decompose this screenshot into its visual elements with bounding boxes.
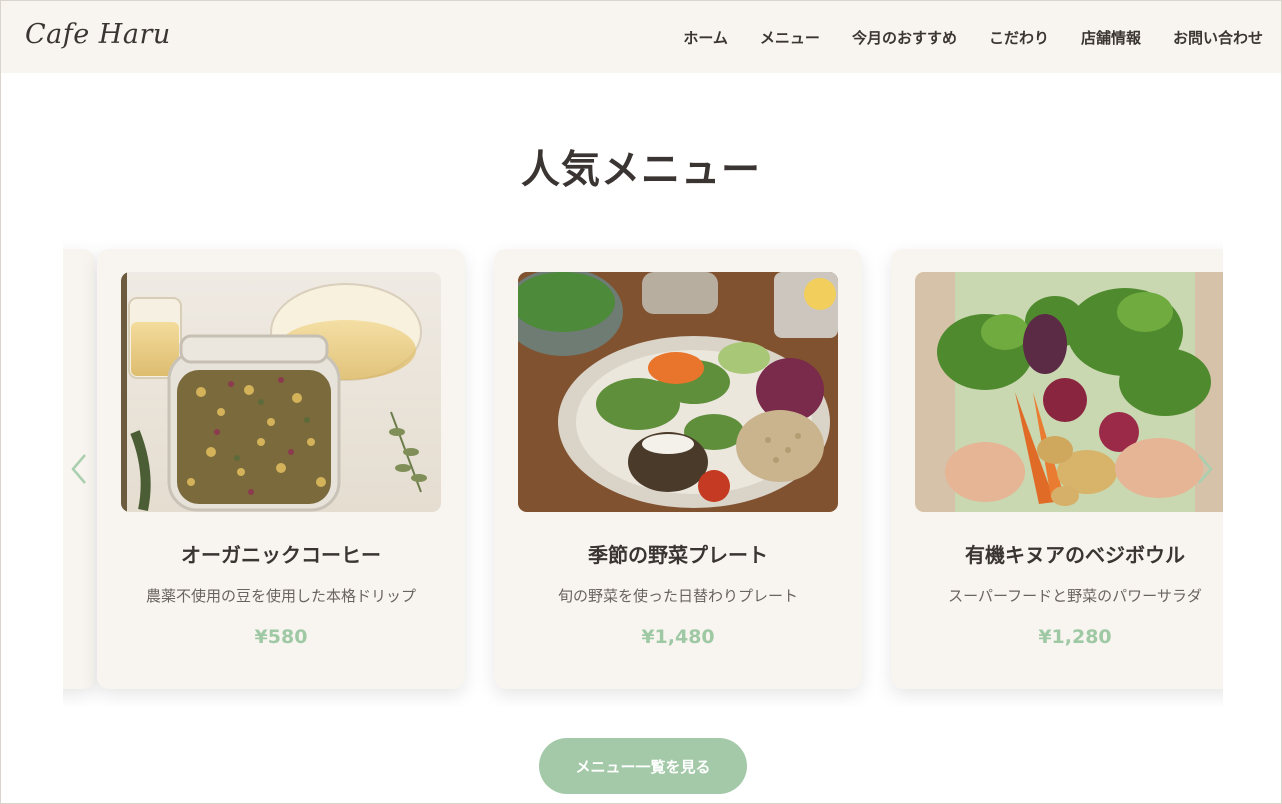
nav-store-info[interactable]: 店舗情報 — [1081, 27, 1141, 48]
nav-home[interactable]: ホーム — [683, 27, 728, 48]
main-nav: ホーム メニュー 今月のおすすめ こだわり 店舗情報 お問い合わせ — [683, 1, 1263, 73]
menu-card-price: ¥1,280 — [1038, 626, 1112, 648]
menu-card[interactable]: 有機キヌアのベジボウル スーパーフードと野菜のパワーサラダ ¥1,280 — [891, 249, 1223, 689]
menu-card-name: 季節の野菜プレート — [588, 543, 768, 567]
menu-card-description: スーパーフードと野菜のパワーサラダ — [948, 587, 1202, 605]
menu-card-image-vegetable-plate — [518, 272, 838, 512]
menu-card-description: 旬の野菜を使った日替わりプレート — [557, 587, 798, 605]
menu-card-name: オーガニックコーヒー — [181, 543, 381, 567]
menu-card-price: ¥580 — [254, 626, 308, 648]
menu-card-image-tea-jar — [121, 272, 441, 512]
menu-card-image-vegetable-bundle — [915, 272, 1223, 512]
chevron-right-icon[interactable] — [1193, 451, 1217, 487]
chevron-left-icon[interactable] — [67, 451, 91, 487]
nav-menu[interactable]: メニュー — [760, 27, 820, 48]
site-header: Cafe Haru ホーム メニュー 今月のおすすめ こだわり 店舗情報 お問い… — [1, 1, 1281, 73]
menu-card-description: 農薬不使用の豆を使用した本格ドリップ — [145, 587, 416, 605]
menu-card[interactable]: 季節の野菜プレート 旬の野菜を使った日替わりプレート ¥1,480 — [494, 249, 862, 689]
section-title: 人気メニュー — [520, 148, 761, 193]
page: Cafe Haru ホーム メニュー 今月のおすすめ こだわり 店舗情報 お問い… — [0, 0, 1282, 804]
nav-monthly-recommend[interactable]: 今月のおすすめ — [852, 27, 957, 48]
view-all-menu-button[interactable]: メニュー一覧を見る — [539, 738, 747, 794]
menu-card-price: ¥1,480 — [641, 626, 715, 648]
menu-card[interactable]: オーガニックコーヒー 農薬不使用の豆を使用した本格ドリップ ¥580 — [97, 249, 465, 689]
menu-carousel: オーガニックコーヒー 農薬不使用の豆を使用した本格ドリップ ¥580 季節の野菜… — [63, 237, 1223, 707]
nav-contact[interactable]: お問い合わせ — [1173, 27, 1263, 48]
menu-card-name: 有機キヌアのベジボウル — [965, 543, 1185, 567]
nav-commitment[interactable]: こだわり — [989, 27, 1049, 48]
site-logo[interactable]: Cafe Haru — [25, 19, 171, 50]
